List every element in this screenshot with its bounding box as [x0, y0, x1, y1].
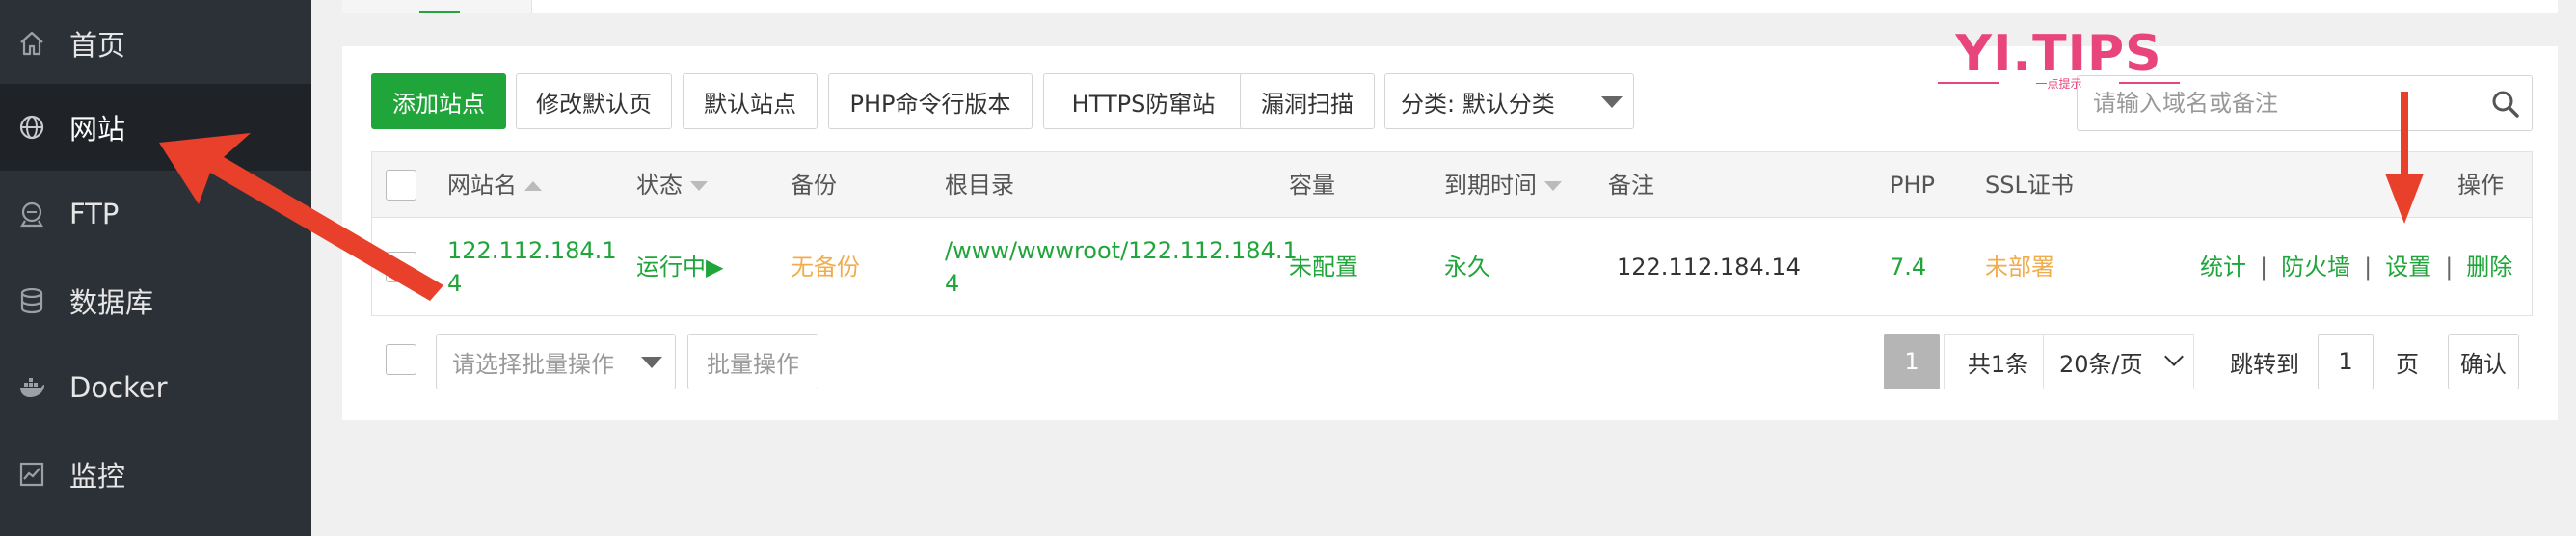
status-running[interactable]: 运行中▶ — [636, 251, 723, 283]
action-separator: | — [2364, 254, 2373, 281]
home-icon — [17, 29, 46, 58]
tab-active[interactable] — [342, 0, 532, 13]
add-site-button[interactable]: 添加站点 — [371, 73, 506, 129]
header-status[interactable]: 状态 — [636, 169, 708, 201]
header-backup: 备份 — [791, 172, 837, 199]
settings-link[interactable]: 设置 — [2385, 254, 2431, 281]
sidebar-item-label: 监控 — [69, 460, 126, 493]
select-all-checkbox[interactable] — [386, 170, 416, 201]
database-icon — [17, 286, 46, 315]
category-select[interactable]: 分类: 默认分类 — [1384, 73, 1634, 129]
remark-value[interactable]: 122.112.184.14 — [1617, 251, 1801, 283]
site-name-line: 122.112.184.1 — [447, 237, 617, 264]
watermark-subtext: 一点提示 — [2035, 77, 2082, 91]
monitor-icon — [17, 460, 46, 489]
expire-link[interactable]: 永久 — [1444, 251, 1490, 283]
header-name-label: 网站名 — [447, 172, 517, 199]
firewall-link[interactable]: 防火墙 — [2281, 254, 2350, 281]
jump-to-label: 跳转到 — [2230, 350, 2299, 378]
sort-desc-icon — [1544, 181, 1562, 191]
sidebar-item-label: Docker — [69, 371, 168, 404]
header-root: 根目录 — [945, 172, 1014, 199]
page-size-value: 20条/页 — [2059, 350, 2143, 378]
site-list-panel: 添加站点 修改默认页 默认站点 PHP命令行版本 HTTPS防窜站 漏洞扫描 分… — [342, 46, 2558, 420]
sort-desc-icon — [690, 181, 708, 191]
sidebar-item-ftp[interactable]: FTP — [0, 171, 311, 257]
site-name-line: 4 — [447, 270, 463, 297]
caret-down-icon — [641, 357, 662, 368]
https-guard-button[interactable]: HTTPS防窜站 — [1043, 73, 1244, 129]
jump-page-input[interactable]: 1 — [2318, 334, 2374, 389]
php-cli-version-button[interactable]: PHP命令行版本 — [828, 73, 1033, 129]
globe-icon — [17, 113, 46, 142]
search-icon[interactable] — [2489, 88, 2522, 121]
header-php: PHP — [1890, 172, 1935, 199]
page-unit-label: 页 — [2396, 350, 2419, 378]
root-dir-link[interactable]: /www/wwwroot/122.112.184.1 4 — [945, 234, 1298, 300]
action-separator: | — [2445, 254, 2454, 281]
watermark-logo: YI.TIPS 一点提示 — [1936, 25, 2182, 91]
capacity-link[interactable]: 未配置 — [1289, 251, 1358, 283]
stats-link[interactable]: 统计 — [2200, 254, 2246, 281]
watermark-text: YI.TIPS — [1955, 25, 2162, 83]
root-dir-line: 4 — [945, 270, 960, 297]
backup-status[interactable]: 无备份 — [791, 251, 860, 283]
batch-action-placeholder: 请选择批量操作 — [452, 350, 614, 378]
sidebar-item-websites[interactable]: 网站 — [0, 84, 311, 171]
delete-link[interactable]: 删除 — [2466, 254, 2512, 281]
ftp-icon — [17, 200, 46, 228]
site-table: 网站名 状态 备份 根目录 容量 到期时间 备注 PHP SSL证书 操作 12… — [371, 151, 2533, 316]
action-separator: | — [2260, 254, 2268, 281]
sort-asc-icon — [524, 181, 542, 191]
sidebar-item-label: 数据库 — [69, 286, 154, 319]
sidebar-item-label: FTP — [69, 198, 120, 230]
header-remark: 备注 — [1608, 172, 1654, 199]
sidebar-item-label: 首页 — [69, 29, 126, 62]
batch-action-button[interactable]: 批量操作 — [687, 334, 818, 389]
batch-select-checkbox[interactable] — [386, 344, 416, 375]
ssl-status-link[interactable]: 未部署 — [1985, 251, 2054, 283]
header-capacity: 容量 — [1289, 172, 1335, 199]
top-tab-bar — [342, 0, 2558, 13]
header-name[interactable]: 网站名 — [447, 169, 542, 201]
batch-action-select[interactable]: 请选择批量操作 — [436, 334, 676, 389]
table-header: 网站名 状态 备份 根目录 容量 到期时间 备注 PHP SSL证书 操作 — [372, 152, 2532, 218]
sidebar-item-home[interactable]: 首页 — [0, 0, 311, 87]
root-dir-line: /www/wwwroot/122.112.184.1 — [945, 237, 1298, 264]
page-1-button[interactable]: 1 — [1884, 334, 1940, 389]
row-actions: 统计 | 防火墙 | 设置 | 删除 — [2200, 251, 2512, 283]
header-actions: 操作 — [2457, 172, 2504, 199]
total-count: 共1条 — [1944, 334, 2052, 389]
docker-icon — [17, 373, 46, 402]
default-site-button[interactable]: 默认站点 — [683, 73, 818, 129]
sidebar-item-docker[interactable]: Docker — [0, 344, 311, 431]
row-checkbox[interactable] — [386, 252, 416, 282]
tab-indicator — [419, 11, 460, 13]
chevron-down-icon — [2164, 347, 2184, 366]
edit-default-page-button[interactable]: 修改默认页 — [516, 73, 672, 129]
sidebar-item-label: 网站 — [69, 113, 126, 146]
category-select-value: 分类: 默认分类 — [1401, 90, 1555, 118]
sidebar: 首页 网站 FTP 数据库 Docker 监控 — [0, 0, 311, 536]
header-expire-label: 到期时间 — [1444, 172, 1537, 199]
php-version-link[interactable]: 7.4 — [1890, 251, 1926, 283]
vuln-scan-button[interactable]: 漏洞扫描 — [1240, 73, 1375, 129]
sidebar-item-database[interactable]: 数据库 — [0, 257, 311, 344]
jump-confirm-button[interactable]: 确认 — [2448, 334, 2519, 389]
caret-down-icon — [1601, 96, 1623, 108]
site-name-link[interactable]: 122.112.184.1 4 — [447, 234, 617, 300]
sidebar-item-monitor[interactable]: 监控 — [0, 431, 311, 518]
page-size-select[interactable]: 20条/页 — [2043, 334, 2194, 389]
header-ssl: SSL证书 — [1985, 172, 2074, 199]
header-status-label: 状态 — [636, 172, 683, 199]
header-expire[interactable]: 到期时间 — [1444, 169, 1562, 201]
